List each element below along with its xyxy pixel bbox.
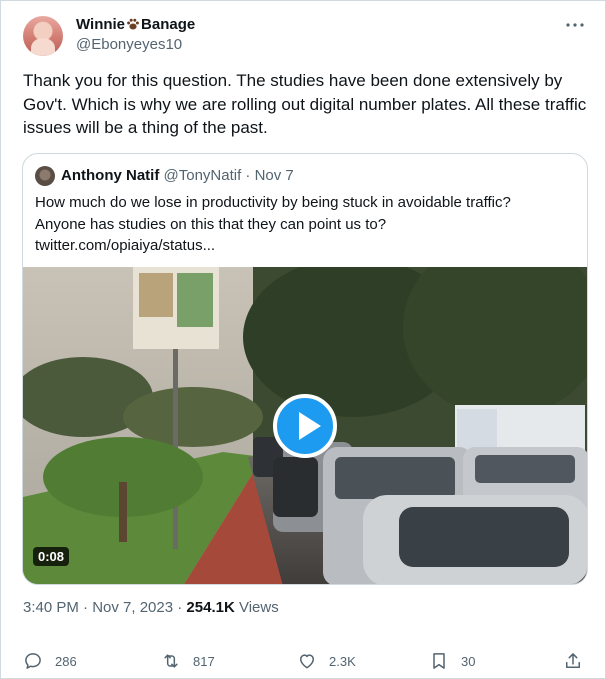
quoted-text-line: How much do we lose in productivity by b… <box>35 194 511 211</box>
like-count: 2.3K <box>329 653 356 669</box>
author-name-first: Winnie <box>76 16 126 33</box>
tweet-metadata: 3:40 PM · Nov 7, 2023 · 254.1K Views <box>23 599 279 616</box>
views-label: Views <box>234 599 279 616</box>
paw-emoji-icon <box>127 18 139 30</box>
tweet-card: Winnie Banage @Ebonyeyes10 Thank you for … <box>0 0 606 679</box>
like-icon <box>300 654 314 669</box>
retweet-icon <box>164 654 178 668</box>
author-name-last: Banage <box>141 16 196 33</box>
quoted-link[interactable]: twitter.com/opiaiya/status... <box>35 235 575 257</box>
retweet-button[interactable]: 817 <box>161 649 215 673</box>
video-duration: 0:08 <box>33 547 70 566</box>
tweet-timestamp[interactable]: 3:40 PM · Nov 7, 2023 · <box>23 599 186 616</box>
views-count: 254.1K <box>186 599 235 616</box>
more-icon[interactable] <box>563 15 587 35</box>
like-button[interactable]: 2.3K <box>297 649 356 673</box>
author-handle[interactable]: @Ebonyeyes10 <box>76 36 182 53</box>
reply-icon <box>25 653 41 669</box>
author-avatar[interactable] <box>23 16 63 56</box>
quoted-author-avatar <box>35 166 55 186</box>
quoted-tweet[interactable]: Anthony Natif @TonyNatif · Nov 7 How muc… <box>22 153 588 585</box>
bookmark-button[interactable]: 30 <box>429 649 475 673</box>
author-name[interactable]: Winnie Banage <box>76 16 195 33</box>
quoted-author-meta: @TonyNatif · Nov 7 <box>159 167 294 184</box>
bookmark-count: 30 <box>461 653 476 669</box>
reply-count: 286 <box>55 653 77 669</box>
play-icon[interactable] <box>273 394 337 458</box>
quoted-text-line: Anyone has studies on this that they can… <box>35 215 387 233</box>
quoted-tweet-header: Anthony Natif @TonyNatif · Nov 7 <box>61 167 294 184</box>
tweet-text: Thank you for this question. The studies… <box>23 71 587 137</box>
action-bar: 286 817 2.3K 30 <box>1 647 606 675</box>
retweet-count: 817 <box>193 653 215 669</box>
reply-button[interactable]: 286 <box>23 649 77 673</box>
quoted-tweet-text: How much do we lose in productivity by b… <box>35 192 575 257</box>
quoted-author-name: Anthony Natif <box>61 167 160 184</box>
share-button[interactable] <box>563 649 595 673</box>
video-thumbnail[interactable]: 0:08 <box>23 267 587 584</box>
share-icon <box>566 653 580 668</box>
bookmark-icon <box>433 653 445 669</box>
